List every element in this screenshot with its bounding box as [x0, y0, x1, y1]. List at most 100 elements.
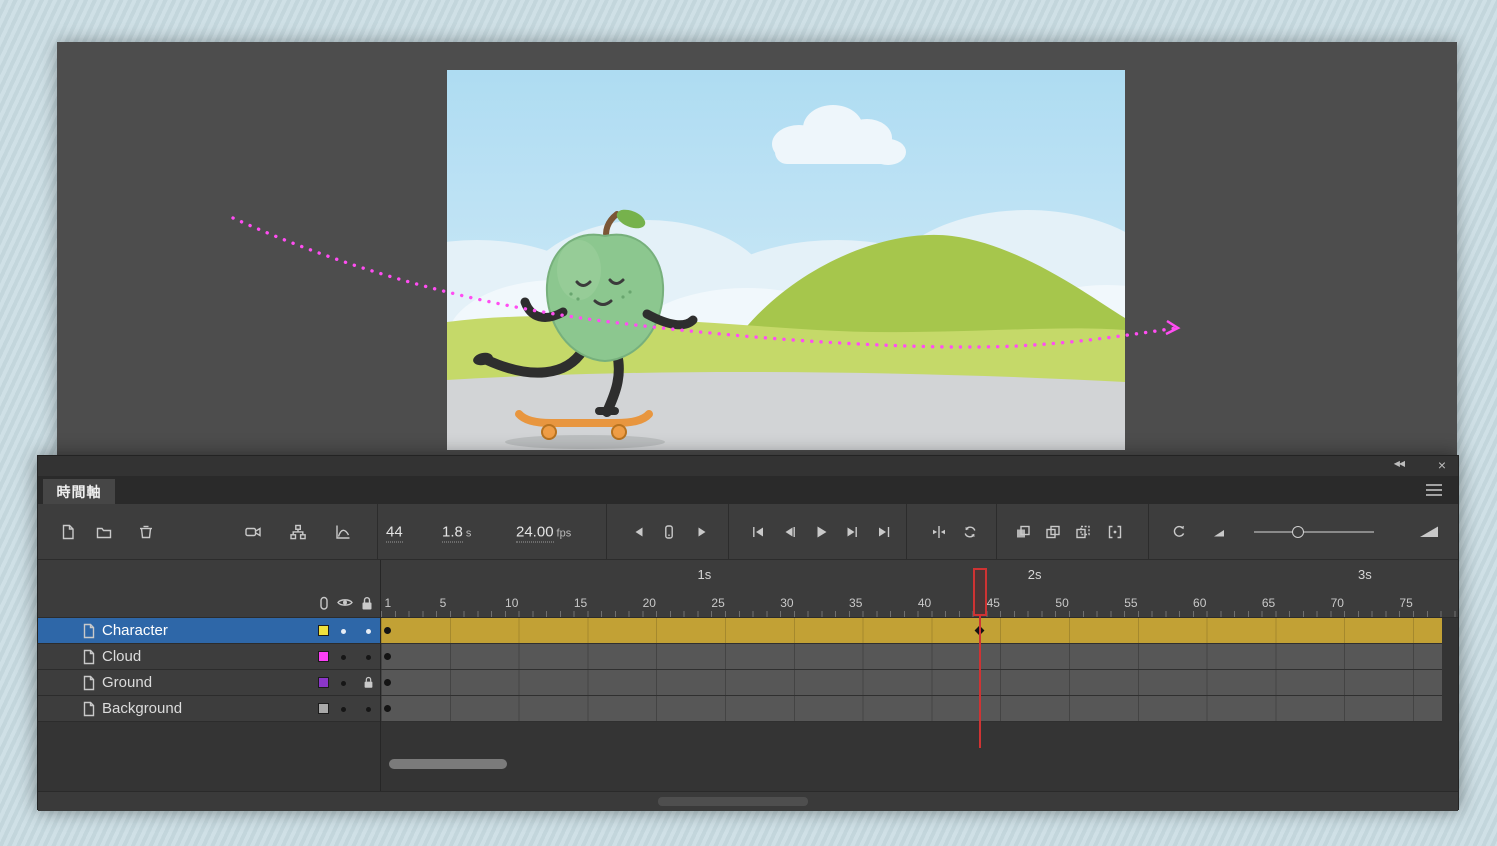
next-frame-button[interactable]: [839, 519, 865, 545]
playhead-marker[interactable]: [972, 568, 987, 616]
show-parenting-button[interactable]: [285, 519, 311, 545]
frame-row-ground[interactable]: [381, 670, 1442, 696]
new-folder-icon: [96, 527, 112, 538]
layer-color-swatch[interactable]: [318, 651, 329, 662]
lock-column-button[interactable]: [361, 596, 373, 616]
layer-visibility-toggle[interactable]: [341, 681, 346, 686]
current-frame-indicator-button[interactable]: [656, 519, 682, 545]
layer-row-ground[interactable]: Ground: [38, 670, 380, 696]
stage[interactable]: [57, 42, 1457, 455]
last-frame-icon: [879, 526, 890, 537]
layer-lock-toggle[interactable]: [362, 670, 376, 696]
frame-rate-unit: fps: [556, 527, 572, 539]
previous-frame-icon: [785, 526, 795, 537]
camera-icon: [245, 526, 261, 537]
zoom-out-button[interactable]: [1206, 519, 1232, 545]
panel-bottom-scrollbar[interactable]: [38, 791, 1458, 811]
panel-menu-button[interactable]: [1424, 482, 1444, 503]
add-camera-button[interactable]: [240, 519, 266, 545]
loop-playback-button[interactable]: [957, 519, 983, 545]
ruler-second-label: 2s: [1027, 567, 1042, 582]
close-panel-button[interactable]: ×: [1438, 457, 1446, 473]
ruler-frame-number: 40: [917, 596, 932, 610]
layer-icon: [82, 701, 96, 721]
center-playhead-button[interactable]: [926, 519, 952, 545]
layer-lock-toggle[interactable]: [362, 696, 376, 722]
frame-indicator-icon: [665, 524, 673, 539]
lock-icon: [362, 597, 372, 610]
layer-row-character[interactable]: Character: [38, 618, 380, 644]
step-back-one-frame-button[interactable]: [626, 519, 652, 545]
frames-column: 1s 2s 3s 1 5 10 15 20 25 30 35 40 45 50 55 60 65 70 75: [381, 560, 1458, 791]
tab-timeline[interactable]: 時間軸: [43, 479, 115, 504]
edit-multiple-frames-button[interactable]: [1070, 519, 1096, 545]
previous-frame-button[interactable]: [777, 519, 803, 545]
frame-rate-value[interactable]: 24.00 fps: [516, 523, 572, 542]
onion-skin-outlines-button[interactable]: [1040, 519, 1066, 545]
layer-visibility-toggle[interactable]: [341, 707, 346, 712]
visibility-column-button[interactable]: [337, 596, 353, 614]
new-layer-button[interactable]: [55, 519, 81, 545]
layer-color-swatch[interactable]: [318, 703, 329, 714]
keyframe-dot[interactable]: [384, 679, 392, 686]
canvas[interactable]: [447, 70, 1125, 450]
layer-visibility-toggle[interactable]: [341, 655, 346, 660]
ruler-frame-number: 20: [642, 596, 656, 610]
layer-name: Character: [102, 622, 168, 639]
lock-icon: [364, 676, 373, 688]
graph-editor-button[interactable]: [330, 519, 356, 545]
hamburger-icon: [1426, 484, 1442, 496]
layer-color-swatch[interactable]: [318, 677, 329, 688]
delete-layer-button[interactable]: [133, 519, 159, 545]
current-frame-value[interactable]: 44: [386, 523, 403, 542]
elapsed-time-number[interactable]: 1.8: [442, 523, 463, 542]
onion-outlines-icon: [1046, 525, 1060, 538]
timeline-ruler[interactable]: 1s 2s 3s 1 5 10 15 20 25 30 35 40 45 50 55 60 65 70 75: [381, 560, 1458, 618]
next-frame-icon: [847, 526, 857, 537]
layers-column: Character Cloud Ground Background: [38, 560, 381, 791]
edit-multiple-frames-icon: [1076, 525, 1090, 538]
outline-column-button[interactable]: [319, 596, 329, 616]
ruler-frame-number: 70: [1330, 596, 1344, 610]
layer-lock-toggle[interactable]: [362, 618, 376, 644]
zoom-in-icon: [1420, 526, 1438, 537]
layer-row-background[interactable]: Background: [38, 696, 380, 722]
new-folder-button[interactable]: [91, 519, 117, 545]
layer-lock-toggle[interactable]: [362, 644, 376, 670]
ruler-frame-number: 10: [505, 596, 519, 610]
step-forward-icon: [698, 527, 706, 536]
scene-artwork: [447, 70, 1125, 450]
zoom-slider-track[interactable]: [1254, 530, 1374, 533]
modify-frame-markers-button[interactable]: [1102, 519, 1128, 545]
keyframe-dot[interactable]: [384, 627, 392, 634]
first-frame-button[interactable]: [745, 519, 771, 545]
collapse-panel-button[interactable]: ◀◀: [1394, 459, 1405, 468]
current-frame-number[interactable]: 44: [386, 523, 403, 542]
onion-skin-icon: [1017, 525, 1030, 537]
layer-color-swatch[interactable]: [318, 625, 329, 636]
step-forward-one-frame-button[interactable]: [689, 519, 715, 545]
frame-rate-number[interactable]: 24.00: [516, 523, 554, 542]
timeline-zoom-slider[interactable]: [1254, 525, 1374, 539]
keyframe-dot[interactable]: [384, 653, 392, 660]
outline-column-icon: [320, 596, 328, 610]
frame-row-cloud[interactable]: [381, 644, 1442, 670]
onion-skin-button[interactable]: [1010, 519, 1036, 545]
layer-row-cloud[interactable]: Cloud: [38, 644, 380, 670]
zoom-slider-knob[interactable]: [1292, 525, 1304, 538]
frame-row-background[interactable]: [381, 696, 1442, 722]
reset-zoom-icon: [1173, 525, 1185, 537]
step-back-icon: [635, 527, 643, 536]
last-frame-button[interactable]: [871, 519, 897, 545]
panel-tab-bar: 時間軸: [38, 476, 1458, 504]
bottom-scrollbar-thumb[interactable]: [658, 797, 808, 806]
frames-horizontal-scrollbar[interactable]: [389, 759, 507, 769]
zoom-in-button[interactable]: [1416, 519, 1442, 545]
trash-icon: [140, 525, 152, 538]
frame-row-character[interactable]: [381, 618, 1442, 644]
keyframe-dot[interactable]: [384, 705, 392, 712]
layer-visibility-toggle[interactable]: [341, 629, 346, 634]
elapsed-time-value[interactable]: 1.8 s: [442, 523, 471, 542]
play-button[interactable]: [808, 519, 834, 545]
reset-timeline-zoom-button[interactable]: [1166, 519, 1192, 545]
